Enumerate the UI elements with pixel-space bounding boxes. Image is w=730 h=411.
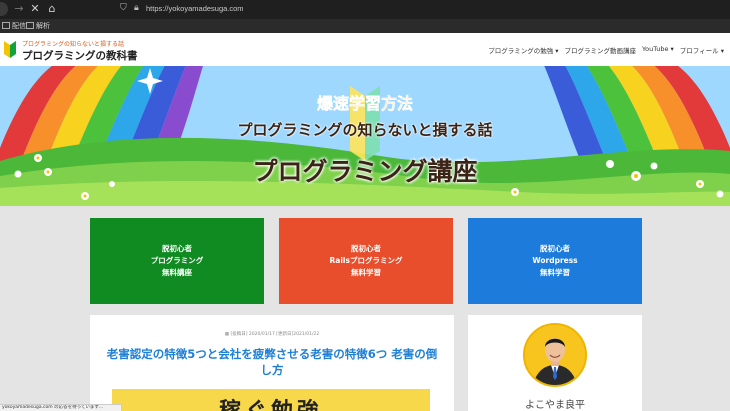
bookmark-item[interactable]: 配信	[2, 20, 26, 32]
hero-banner[interactable]: 爆速学習方法 プログラミングの知らないと損する話 プログラミング講座	[0, 66, 730, 206]
content-area: 脱初心者 プログラミング 無料講座 脱初心者 Railsプログラミング 無料学習…	[0, 206, 730, 411]
thumbnail-text: 稼ぐ勉強	[112, 393, 430, 411]
stop-icon[interactable]: ✕	[28, 2, 42, 16]
article-thumbnail[interactable]: 稼ぐ勉強	[112, 389, 430, 411]
author-photo	[525, 325, 585, 385]
home-icon[interactable]: ⌂	[45, 2, 59, 16]
nav-item-video[interactable]: プログラミング動画講座	[565, 45, 637, 55]
article-title-link[interactable]: 老害認定の特徴5つと会社を疲弊させる老害の特徴6つ 老害の倒し方	[105, 346, 439, 378]
folder-icon	[2, 22, 10, 29]
status-bar: yokoyamadesuga.com の応答を待っています...	[0, 404, 122, 411]
folder-icon	[26, 22, 34, 29]
site-header: プログラミングの知らないと損する話 プログラミングの教科書 プログラミングの勉強…	[0, 33, 730, 66]
forward-arrow-icon[interactable]: →	[12, 2, 26, 16]
site-logo-text[interactable]: プログラミングの教科書	[22, 48, 138, 63]
author-sidebar: よこやま良平	[468, 315, 642, 411]
nav-item-study[interactable]: プログラミングの勉強 ▾	[488, 45, 558, 55]
article-card: ▦ [投稿日] 2020/01/17 [更新日]2021/01/22 老害認定の…	[90, 315, 454, 411]
hero-title-speed: 爆速学習方法	[316, 94, 414, 114]
main-nav: プログラミングの勉強 ▾ プログラミング動画講座 YouTube ▾ プロフィー…	[488, 45, 724, 55]
hero-title-main: プログラミング講座	[252, 157, 478, 186]
bookmarks-bar: 配信 解析	[0, 19, 730, 33]
author-name: よこやま良平	[525, 400, 585, 411]
beginner-mark-icon[interactable]	[3, 39, 17, 59]
shield-icon[interactable]: ⛉	[120, 3, 129, 15]
back-button[interactable]	[0, 2, 8, 16]
hero-title-subtitle: プログラミングの知らないと損する話	[237, 121, 493, 139]
logo-tagline[interactable]: プログラミングの知らないと損する話	[22, 39, 124, 48]
browser-toolbar: → ✕ ⌂ ⛉ 🔒︎ https://yokoyamadesuga.com	[0, 0, 730, 19]
nav-item-youtube[interactable]: YouTube ▾	[642, 45, 674, 55]
lock-icon[interactable]: 🔒︎	[134, 3, 139, 13]
nav-item-profile[interactable]: プロフィール ▾	[680, 45, 724, 55]
card-wordpress-course[interactable]: 脱初心者 Wordpress 無料学習	[468, 218, 642, 304]
url-bar[interactable]: https://yokoyamadesuga.com	[146, 4, 244, 13]
card-rails-course[interactable]: 脱初心者 Railsプログラミング 無料学習	[279, 218, 453, 304]
card-programming-course[interactable]: 脱初心者 プログラミング 無料講座	[90, 218, 264, 304]
avatar[interactable]	[523, 323, 587, 387]
bookmark-item[interactable]: 解析	[26, 20, 50, 32]
article-meta: ▦ [投稿日] 2020/01/17 [更新日]2021/01/22	[224, 332, 320, 337]
